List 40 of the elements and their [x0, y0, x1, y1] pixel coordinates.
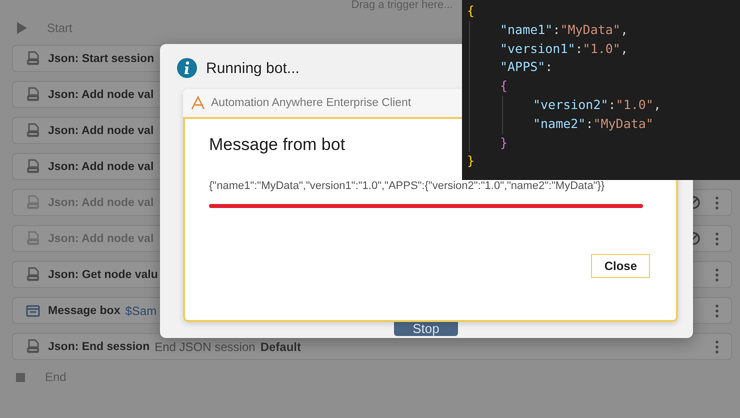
code-line: "version2":"1.0", — [533, 96, 661, 112]
action-title: Json: Start session — [48, 52, 154, 64]
action-title: Message box — [48, 304, 120, 316]
code-brace: { — [500, 78, 508, 94]
action-detail: End JSON session — [154, 340, 256, 354]
action-title: Json: End session — [48, 340, 150, 352]
more-options-icon[interactable] — [715, 304, 719, 318]
play-icon — [17, 22, 27, 34]
more-options-icon[interactable] — [715, 268, 719, 282]
action-title: Json: Get node valu — [48, 268, 158, 280]
message-text: {"name1":"MyData","version1":"1.0","APPS":{"version2":"1.0","name2":"MyData"}} — [209, 180, 606, 192]
action-detail: $Sam — [125, 304, 157, 318]
info-icon — [177, 58, 197, 78]
document-icon — [26, 194, 40, 210]
document-icon — [26, 230, 40, 246]
code-brace: { — [467, 3, 475, 18]
code-line: "version1":"1.0", — [500, 40, 628, 56]
close-button[interactable]: Close — [591, 254, 650, 278]
more-options-icon[interactable] — [715, 340, 719, 354]
a-logo-icon — [191, 96, 205, 110]
action-title: Json: Add node val — [48, 160, 154, 172]
code-brace: } — [500, 134, 508, 150]
dialog-title: Running bot... — [206, 60, 300, 76]
message-box-icon — [26, 304, 40, 318]
document-icon — [26, 86, 40, 102]
document-icon — [26, 122, 40, 138]
code-line: "name1":"MyData", — [500, 22, 628, 37]
action-title: Json: Add node val — [48, 124, 154, 136]
message-heading: Message from bot — [209, 135, 346, 155]
action-title: Json: Add node val — [48, 88, 154, 100]
code-line: "name2":"MyData" — [533, 116, 654, 131]
stop-square-icon — [16, 372, 25, 382]
document-icon — [26, 338, 40, 354]
document-icon — [26, 266, 40, 282]
code-line: "APPS": — [500, 59, 553, 74]
action-parameter: Default — [260, 340, 301, 354]
document-icon — [26, 50, 40, 66]
window-title: Automation Anywhere Enterprise Client — [211, 97, 412, 109]
document-icon — [26, 158, 40, 174]
code-brace: } — [467, 153, 475, 168]
